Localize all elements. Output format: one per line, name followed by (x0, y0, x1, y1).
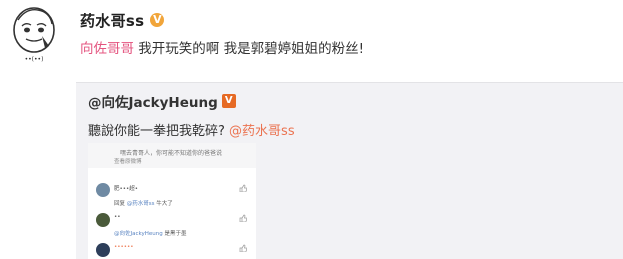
comment-text: @向佐JackyHeung 是黑于墨 (114, 231, 187, 237)
svg-text:••(••): ••(••) (25, 56, 44, 63)
like-icon (239, 244, 247, 252)
quoted-post[interactable]: @向佐JackyHeung V 聽說你能一拳把我乾碎? @药水哥ss 嘿去青哥人… (76, 82, 623, 259)
quoted-author-name[interactable]: @向佐JackyHeung (88, 91, 218, 111)
verified-badge-icon: V (221, 94, 236, 108)
comment-avatar (96, 183, 110, 197)
like-icon (239, 184, 247, 192)
comment-name: 肥•••超• (114, 186, 138, 192)
like-icon (239, 214, 247, 222)
quoted-post-body: 聽說你能一拳把我乾碎? (88, 124, 225, 139)
post-body: 我开玩笑的啊 我是郭碧婷姐姐的粉丝! (134, 41, 364, 57)
quoted-post-header: @向佐JackyHeung V (88, 91, 236, 111)
screenshot-header-text: 嘿去青哥人，你可能不知道你的爸爸说 (120, 150, 223, 157)
comment-avatar (96, 243, 110, 257)
mention-link[interactable]: 向佐哥哥 (80, 41, 134, 57)
author-avatar[interactable]: ••(••) (12, 6, 56, 64)
embedded-screenshot-image[interactable]: 嘿去青哥人，你可能不知道你的爸爸说 查看原微博 肥•••超• 回复 @药水哥ss… (88, 143, 256, 259)
post-text: 向佐哥哥 我开玩笑的啊 我是郭碧婷姐姐的粉丝! (80, 37, 364, 57)
post-header: 药水哥ss V (80, 10, 165, 31)
comment-avatar (96, 213, 110, 227)
comment-name: •••••• (114, 244, 134, 250)
comment-text: 回复 @药水哥ss 牛大了 (114, 201, 173, 207)
author-name[interactable]: 药水哥ss (80, 10, 144, 31)
verified-badge-icon: V (150, 13, 165, 27)
comment-name: •• (114, 214, 121, 220)
quoted-post-text: 聽說你能一拳把我乾碎? @药水哥ss (88, 120, 295, 139)
screenshot-sub-link: 查看原微博 (114, 159, 142, 165)
screenshot-header: 嘿去青哥人，你可能不知道你的爸爸说 查看原微博 (88, 143, 256, 168)
quoted-mention-link[interactable]: @药水哥ss (229, 124, 295, 139)
